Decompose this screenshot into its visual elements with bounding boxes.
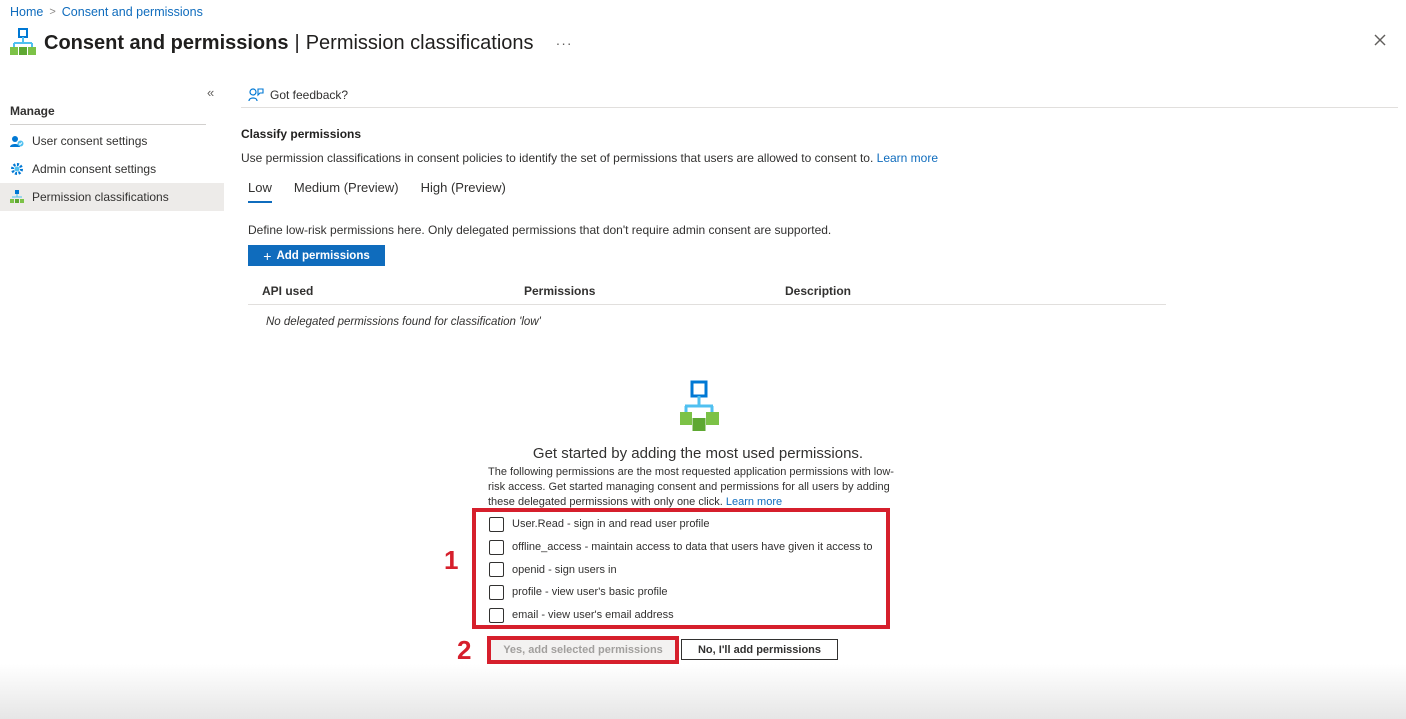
checkbox[interactable] [489,516,504,532]
learn-more-link[interactable]: Learn more [726,496,782,508]
section-title: Classify permissions [241,127,362,141]
tab-low[interactable]: Low [248,180,272,203]
add-permissions-label: Add permissions [276,249,370,262]
permission-checkbox-user-read[interactable]: User.Read - sign in and read user profil… [489,513,873,536]
learn-more-link[interactable]: Learn more [877,151,938,165]
permission-label: email - view user's email address [512,609,674,622]
divider [10,124,206,125]
column-api-used[interactable]: API used [262,284,524,298]
sidebar-item-label: Admin consent settings [32,162,157,176]
page-subtitle: Permission classifications [305,31,534,54]
yes-add-selected-permissions-button[interactable]: Yes, add selected permissions [491,640,675,660]
permission-label: offline_access - maintain access to data… [512,541,873,554]
page-title: Consent and permissions [44,31,289,54]
checkbox[interactable] [489,562,504,578]
permission-label: openid - sign users in [512,563,617,576]
description-text: Use permission classifications in consen… [241,151,874,165]
permission-checkbox-offline-access[interactable]: offline_access - maintain access to data… [489,536,873,559]
user-consent-icon [10,134,24,148]
more-options-button[interactable]: ··· [556,35,573,51]
get-started-description: The following permissions are the most r… [488,466,894,508]
collapse-sidebar-button[interactable]: « [207,85,214,100]
plus-icon: + [263,247,272,264]
get-started-text: The following permissions are the most r… [488,465,908,510]
get-started-title: Get started by adding the most used perm… [532,445,864,462]
column-description[interactable]: Description [785,284,851,298]
sidebar-item-permission-classifications[interactable]: Permission classifications [0,183,224,211]
breadcrumb-current-link[interactable]: Consent and permissions [62,5,203,19]
sidebar-item-admin-consent-settings[interactable]: Admin consent settings [0,155,224,183]
checkbox[interactable] [489,539,504,555]
feedback-button[interactable]: Got feedback? [241,82,1398,108]
bottom-fade [0,664,1406,719]
tab-medium[interactable]: Medium (Preview) [294,180,399,203]
sidebar-section-title: Manage [10,104,55,118]
no-add-permissions-button[interactable]: No, I'll add permissions [681,639,838,660]
checkbox[interactable] [489,607,504,623]
main-content: Got feedback? Classify permissions Use p… [241,82,1398,328]
suggested-permissions-list: User.Read - sign in and read user profil… [489,513,873,626]
hierarchy-icon [680,380,719,431]
hierarchy-icon [10,190,24,204]
sidebar-nav: User consent settings Admin consent sett… [0,127,224,211]
permission-label: profile - view user's basic profile [512,586,668,599]
classification-tabs: Low Medium (Preview) High (Preview) [248,180,528,203]
hierarchy-icon [10,28,36,55]
permission-checkbox-email[interactable]: email - view user's email address [489,604,873,627]
tab-high[interactable]: High (Preview) [421,180,506,203]
feedback-icon [248,87,264,101]
breadcrumb: Home > Consent and permissions [10,5,203,19]
permissions-table: API used Permissions Description No dele… [248,277,1166,328]
chevron-right-icon: > [49,6,56,18]
column-permissions[interactable]: Permissions [524,284,785,298]
feedback-label: Got feedback? [270,87,349,102]
page-header: Consent and permissions | Permission cla… [10,28,1390,58]
table-header: API used Permissions Description [248,277,1166,305]
permission-checkbox-openid[interactable]: openid - sign users in [489,558,873,581]
breadcrumb-home-link[interactable]: Home [10,5,43,19]
sidebar-item-label: User consent settings [32,134,148,148]
empty-table-message: No delegated permissions found for class… [266,316,541,328]
annotation-marker-1: 1 [444,545,459,575]
gear-icon [10,162,24,176]
tab-description: Define low-risk permissions here. Only d… [248,223,832,237]
permission-checkbox-profile[interactable]: profile - view user's basic profile [489,581,873,604]
annotation-marker-2: 2 [457,635,472,665]
section-description: Use permission classifications in consen… [241,151,938,165]
checkbox[interactable] [489,584,504,600]
sidebar-item-user-consent-settings[interactable]: User consent settings [0,127,224,155]
title-separator: | [294,31,300,54]
permission-label: User.Read - sign in and read user profil… [512,518,710,531]
sidebar-item-label: Permission classifications [32,190,169,204]
close-icon[interactable] [1370,30,1390,50]
add-permissions-button[interactable]: + Add permissions [248,245,385,266]
